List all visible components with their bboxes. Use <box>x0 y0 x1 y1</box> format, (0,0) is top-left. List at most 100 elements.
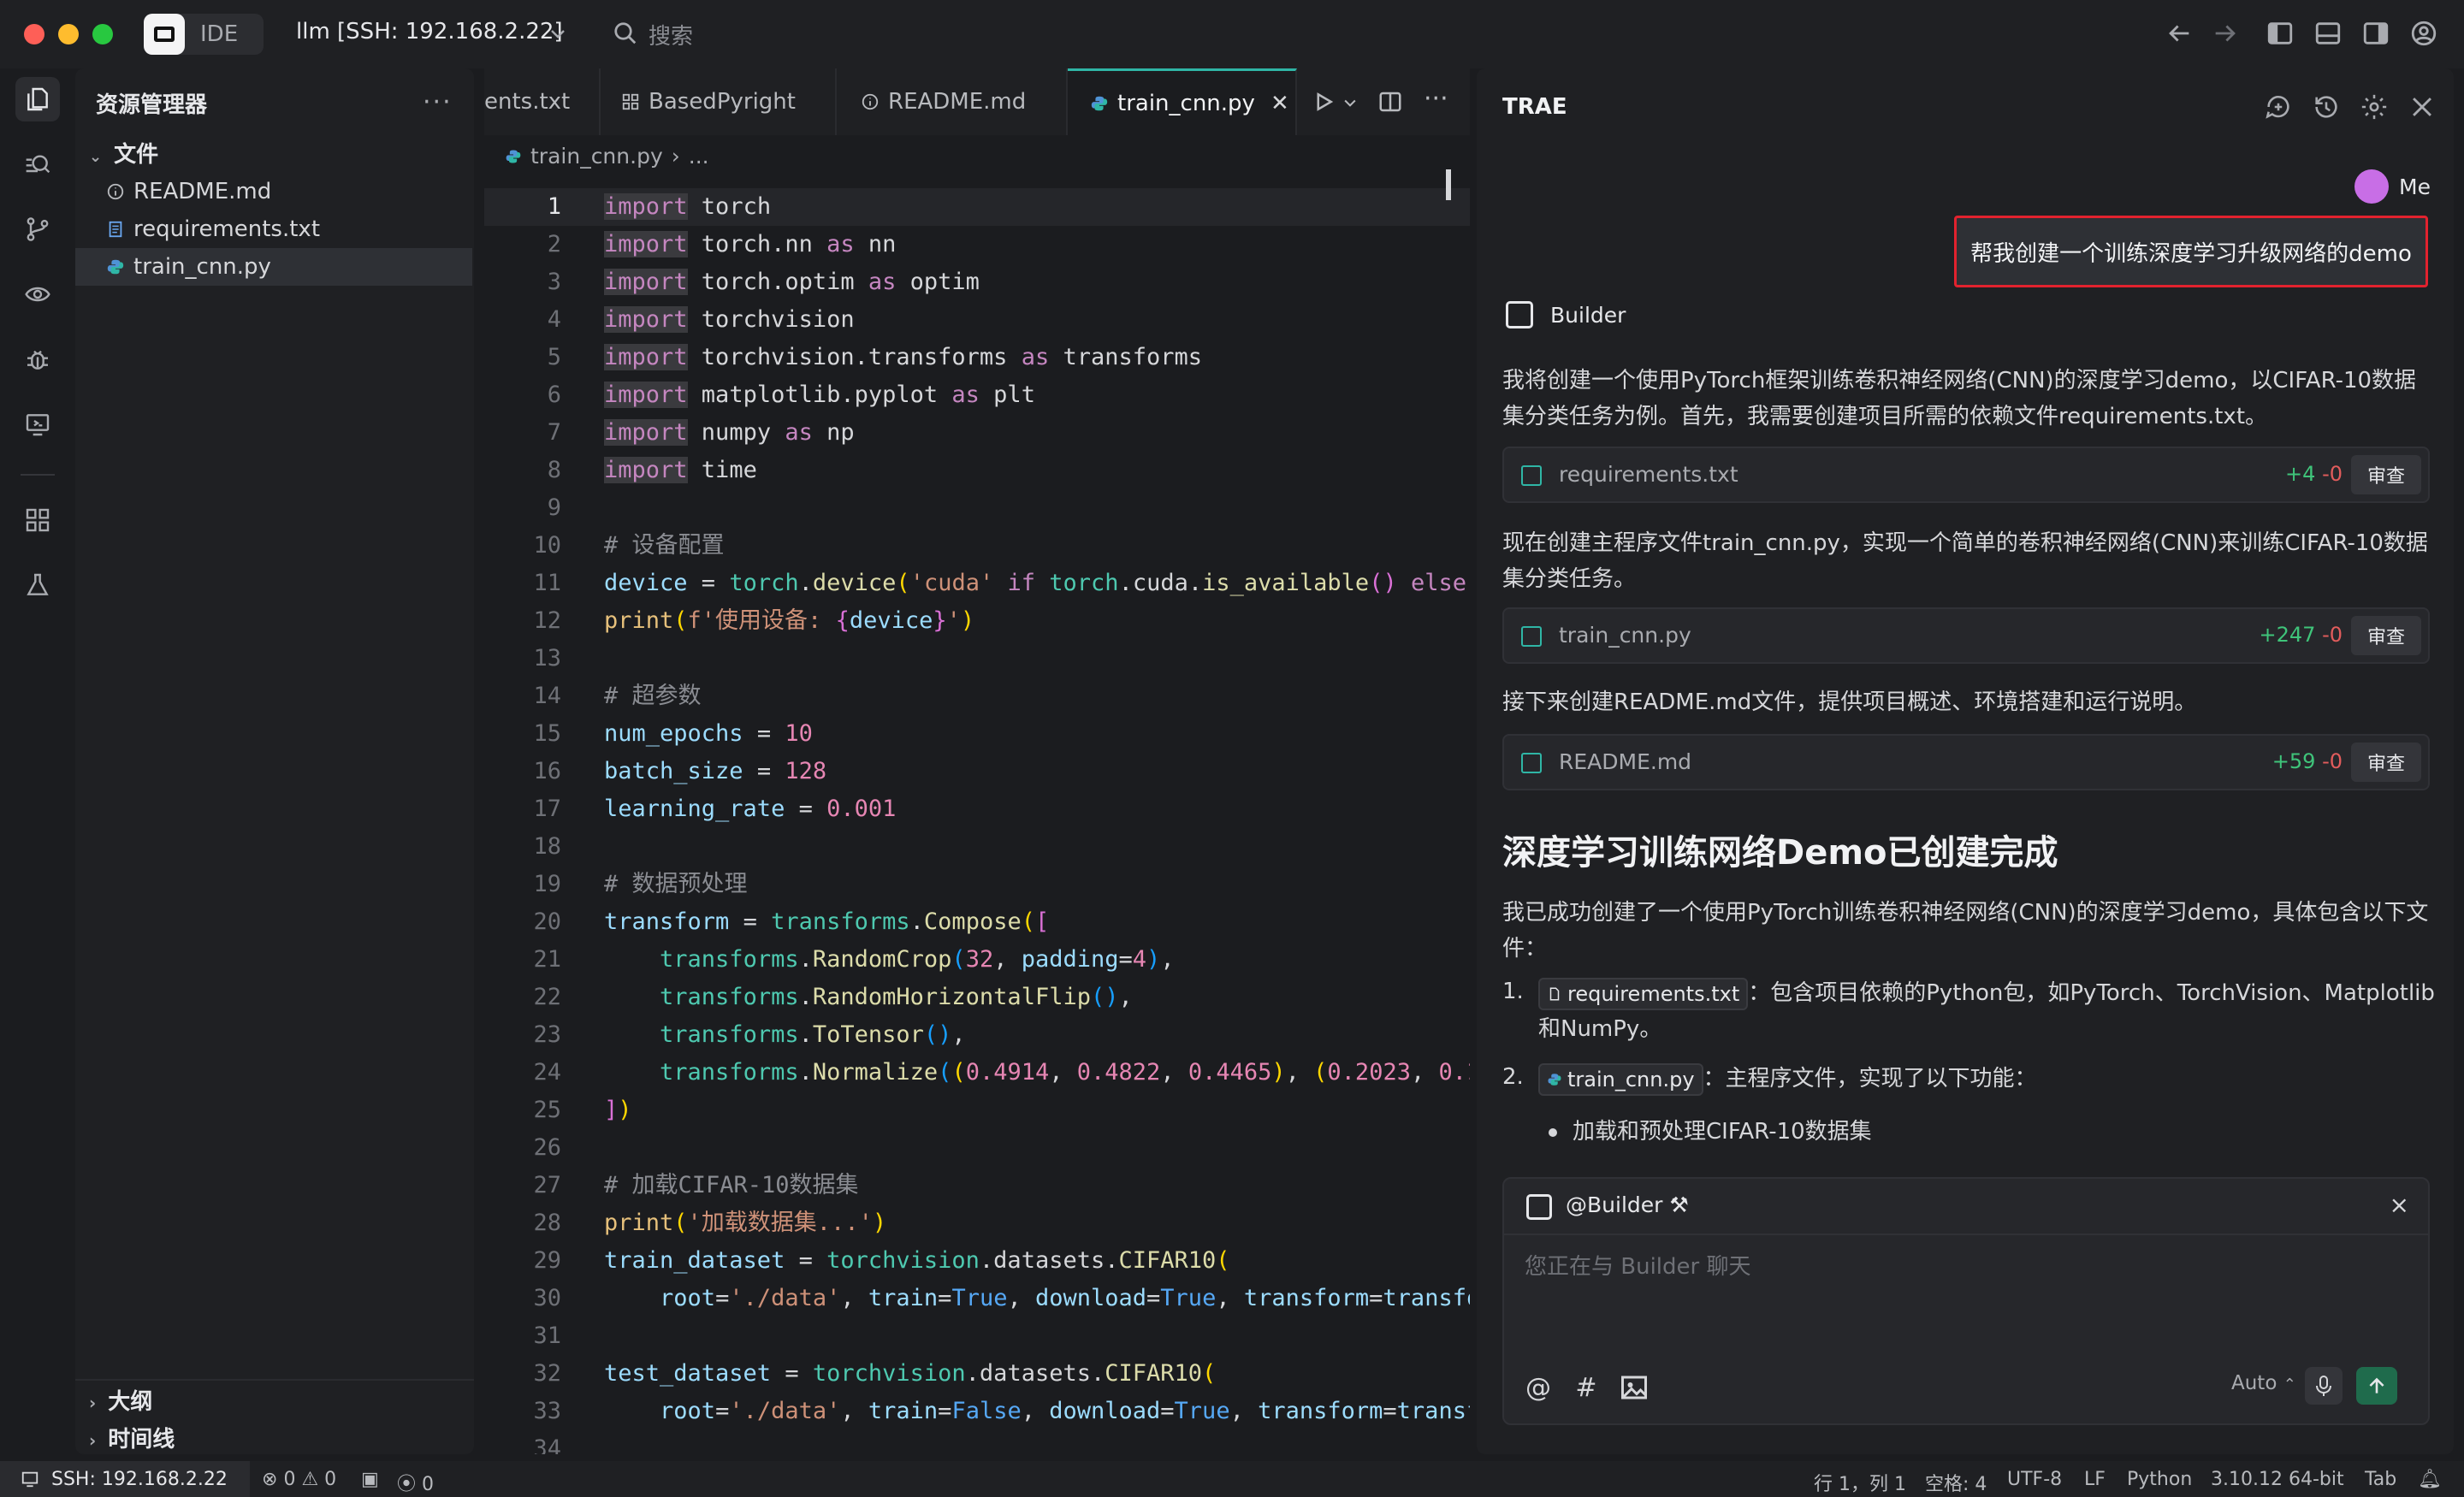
gear-icon[interactable] <box>2360 92 2389 121</box>
microphone-button[interactable] <box>2305 1367 2343 1405</box>
timeline-section[interactable]: › 时间线 <box>89 1422 175 1453</box>
code-line[interactable]: 23 transforms.ToTensor(), <box>484 1016 1470 1054</box>
code-line[interactable]: 34 <box>484 1430 1470 1454</box>
file-change-card-readme[interactable]: README.md +59 -0 审查 <box>1502 734 2430 790</box>
source-control-activity-button[interactable] <box>15 207 60 251</box>
close-icon[interactable]: × <box>2390 1191 2409 1219</box>
code-line[interactable]: 15 num_epochs = 10 <box>484 715 1470 753</box>
code-line[interactable]: 24 transforms.Normalize((0.4914, 0.4822,… <box>484 1054 1470 1092</box>
code-line[interactable]: 20 transform = transforms.Compose([ <box>484 903 1470 941</box>
code-line[interactable]: 6 import matplotlib.pyplot as plt <box>484 376 1470 414</box>
code-line[interactable]: 13 <box>484 640 1470 677</box>
window-minimize-button[interactable] <box>58 24 79 44</box>
chat-message-input[interactable] <box>1525 1249 2406 1334</box>
code-line[interactable]: 26 <box>484 1129 1470 1167</box>
tab-train-cnn[interactable]: train_cnn.py ✕ <box>1068 68 1297 135</box>
workspace-selector[interactable]: llm [SSH: 192.168.2.22] <box>296 19 563 44</box>
preview-activity-button[interactable] <box>15 272 60 317</box>
code-line[interactable]: 27 # 加载CIFAR-10数据集 <box>484 1167 1470 1204</box>
code-line[interactable]: 18 <box>484 828 1470 866</box>
code-line[interactable]: 8 import time <box>484 452 1470 489</box>
code-line[interactable]: 12 print(f'使用设备: {device}') <box>484 602 1470 640</box>
code-line[interactable]: 29 train_dataset = torchvision.datasets.C… <box>484 1242 1470 1280</box>
code-line[interactable]: 21 transforms.RandomCrop(32, padding=4), <box>484 941 1470 979</box>
cursor-position[interactable]: 行 1，列 1 <box>1814 1469 1906 1496</box>
file-change-card-requirements[interactable]: requirements.txt +4 -0 审查 <box>1502 447 2430 503</box>
encoding[interactable]: UTF-8 <box>2007 1469 2062 1490</box>
extensions-activity-button[interactable] <box>15 498 60 542</box>
agent-mention[interactable]: @Builder ⚒ <box>1566 1192 1689 1217</box>
file-requirements[interactable]: requirements.txt <box>75 210 472 248</box>
breadcrumb-more[interactable]: ... <box>689 144 709 169</box>
account-icon[interactable] <box>2409 19 2438 48</box>
review-button[interactable]: 审查 <box>2351 455 2421 494</box>
debug-activity-button[interactable] <box>15 337 60 382</box>
remote-indicator[interactable]: SSH: 192.168.2.22 <box>0 1461 250 1497</box>
code-line[interactable]: 19 # 数据预处理 <box>484 866 1470 903</box>
code-line[interactable]: 14 # 超参数 <box>484 677 1470 715</box>
close-tab-icon[interactable]: ✕ <box>1270 91 1289 116</box>
problems-indicator[interactable]: ⊗ 0 ⚠ 0 <box>262 1469 336 1490</box>
file-train-cnn[interactable]: train_cnn.py <box>75 248 472 286</box>
line-ending[interactable]: LF <box>2084 1469 2106 1490</box>
code-line[interactable]: 31 <box>484 1317 1470 1355</box>
tab-basedpyright[interactable]: BasedPyright <box>601 68 837 135</box>
code-line[interactable]: 2 import torch.nn as nn <box>484 226 1470 263</box>
code-line[interactable]: 17 learning_rate = 0.001 <box>484 790 1470 828</box>
new-chat-icon[interactable] <box>2264 92 2293 121</box>
forward-arrow-icon[interactable] <box>2211 19 2240 48</box>
bell-icon[interactable]: 🔔︎ <box>2418 1469 2442 1490</box>
code-line[interactable]: 16 batch_size = 128 <box>484 753 1470 790</box>
python-interpreter[interactable]: 3.10.12 64-bit <box>2211 1469 2344 1490</box>
toggle-right-sidebar-icon[interactable] <box>2361 19 2390 48</box>
history-icon[interactable] <box>2312 92 2341 121</box>
remote-explorer-activity-button[interactable] <box>15 402 60 447</box>
at-mention-icon[interactable]: @ <box>1523 1372 1554 1403</box>
explorer-activity-button[interactable] <box>15 77 60 121</box>
more-actions-icon[interactable]: ··· <box>1424 84 1448 114</box>
ports-indicator[interactable]: ⦿ 0 <box>397 1469 434 1496</box>
back-arrow-icon[interactable] <box>2165 19 2194 48</box>
tab-readme[interactable]: README.md <box>837 68 1068 135</box>
search-activity-button[interactable] <box>15 142 60 186</box>
terminal-icon[interactable]: ▣ <box>361 1469 379 1490</box>
global-search-input[interactable]: 搜索 <box>649 19 693 50</box>
code-line[interactable]: 1 import torch <box>484 188 1470 226</box>
code-line[interactable]: 3 import torch.optim as optim <box>484 263 1470 301</box>
review-button[interactable]: 审查 <box>2351 616 2421 655</box>
toggle-panel-icon[interactable] <box>2313 19 2343 48</box>
code-line[interactable]: 30 root='./data', train=True, download=T… <box>484 1280 1470 1317</box>
code-line[interactable]: 28 print('加载数据集...') <box>484 1204 1470 1242</box>
code-line[interactable]: 10 # 设备配置 <box>484 527 1470 565</box>
chevron-down-icon[interactable] <box>1342 94 1359 111</box>
review-button[interactable]: 审查 <box>2351 743 2421 782</box>
chevron-down-icon[interactable] <box>548 21 568 46</box>
indentation[interactable]: 空格: 4 <box>1925 1469 1987 1496</box>
toggle-left-sidebar-icon[interactable] <box>2266 19 2295 48</box>
hashtag-icon[interactable]: # <box>1571 1372 1602 1403</box>
code-line[interactable]: 7 import numpy as np <box>484 414 1470 452</box>
ide-mode-switch[interactable]: IDE <box>144 14 264 55</box>
code-line[interactable]: 11 device = torch.device('cuda' if torch.… <box>484 565 1470 602</box>
run-icon[interactable] <box>1311 89 1336 115</box>
outline-section[interactable]: › 大纲 <box>89 1384 152 1416</box>
file-change-card-train-cnn[interactable]: train_cnn.py +247 -0 审查 <box>1502 607 2430 664</box>
code-line[interactable]: 5 import torchvision.transforms as transf… <box>484 339 1470 376</box>
breadcrumb-file[interactable]: train_cnn.py <box>530 144 663 169</box>
code-line[interactable]: 9 <box>484 489 1470 527</box>
window-maximize-button[interactable] <box>92 24 113 44</box>
code-line[interactable]: 25]) <box>484 1092 1470 1129</box>
file-chip-train-cnn[interactable]: train_cnn.py <box>1538 1062 1703 1096</box>
split-editor-icon[interactable] <box>1377 89 1403 115</box>
send-button[interactable] <box>2356 1367 2397 1405</box>
file-chip-requirements[interactable]: requirements.txt <box>1538 977 1749 1010</box>
code-line[interactable]: 33 root='./data', train=False, download=… <box>484 1393 1470 1430</box>
more-actions-icon[interactable]: ··· <box>423 87 453 117</box>
image-icon[interactable] <box>1619 1372 1650 1403</box>
language-mode[interactable]: Python <box>2127 1469 2192 1490</box>
code-line[interactable]: 32 test_dataset = torchvision.datasets.CI… <box>484 1355 1470 1393</box>
mode-selector[interactable]: Auto ⌃ <box>2231 1372 2296 1394</box>
tab-mode[interactable]: Tab <box>2365 1469 2396 1490</box>
testing-activity-button[interactable] <box>15 563 60 607</box>
code-line[interactable]: 22 transforms.RandomHorizontalFlip(), <box>484 979 1470 1016</box>
